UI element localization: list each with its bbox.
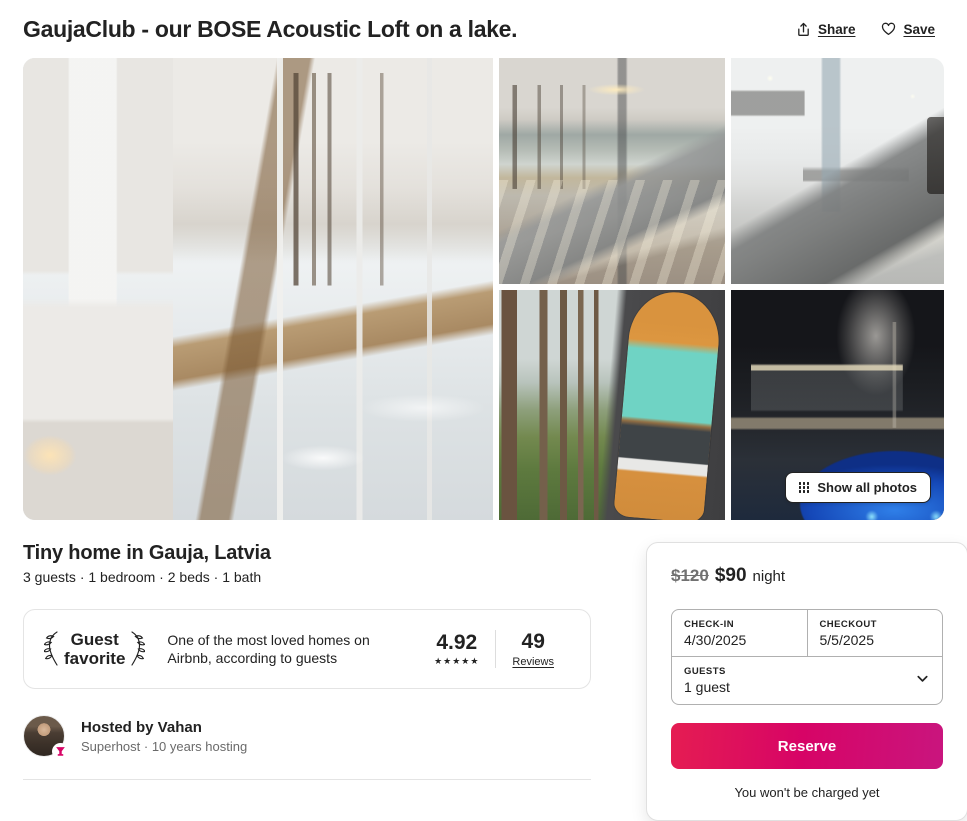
reserve-button[interactable]: Reserve bbox=[671, 723, 943, 769]
guests-selector[interactable]: GUESTS 1 guest bbox=[671, 657, 943, 705]
header-actions: Share Save bbox=[787, 15, 944, 44]
listing-title: Tiny home in Gauja, Latvia bbox=[23, 542, 271, 564]
page-header: GaujaClub - our BOSE Acoustic Loft on a … bbox=[0, 0, 967, 58]
host-info: Hosted by Vahan Superhost · 10 years hos… bbox=[81, 719, 247, 754]
laurel-right-icon bbox=[131, 631, 146, 666]
guest-favorite-card: Guest favorite One of the most loved hom… bbox=[23, 609, 591, 689]
checkin-label: CHECK-IN bbox=[684, 619, 735, 630]
save-button[interactable]: Save bbox=[872, 15, 944, 44]
grid-icon bbox=[798, 482, 810, 493]
checkin-field[interactable]: CHECK-IN 4/30/2025 bbox=[672, 610, 807, 656]
host-row[interactable]: Hosted by Vahan Superhost · 10 years hos… bbox=[23, 715, 591, 780]
listing-meta: 3 guests · 1 bedroom · 2 beds · 1 bath bbox=[23, 569, 262, 585]
content-area: Tiny home in Gauja, Latvia 3 guests · 1 … bbox=[0, 520, 967, 821]
share-label: Share bbox=[817, 21, 856, 37]
date-range-picker: CHECK-IN 4/30/2025 CHECKOUT 5/5/2025 bbox=[671, 609, 943, 657]
superhost-badge-icon bbox=[52, 743, 69, 760]
listing-details-column: Tiny home in Gauja, Latvia 3 guests · 1 … bbox=[23, 542, 591, 780]
gallery-photo-3[interactable] bbox=[731, 58, 944, 284]
checkout-label: CHECKOUT bbox=[819, 619, 877, 630]
rating-stars: ★★★★★ bbox=[434, 656, 480, 667]
host-details: Superhost · 10 years hosting bbox=[81, 738, 248, 754]
host-name: Hosted by Vahan bbox=[81, 718, 202, 736]
price-row: $120 $90 night bbox=[671, 565, 943, 587]
booking-card: $120 $90 night CHECK-IN 4/30/2025 CHECKO… bbox=[646, 542, 967, 821]
chevron-down-icon bbox=[915, 671, 930, 691]
laurel-left-icon bbox=[44, 631, 58, 666]
share-icon bbox=[796, 22, 811, 37]
page-title: GaujaClub - our BOSE Acoustic Loft on a … bbox=[23, 15, 518, 42]
share-button[interactable]: Share bbox=[787, 15, 865, 44]
checkin-value: 4/30/2025 bbox=[684, 632, 747, 648]
host-avatar-wrap bbox=[23, 715, 69, 760]
guest-favorite-label: Guest favorite bbox=[64, 629, 126, 668]
checkout-value: 5/5/2025 bbox=[819, 632, 875, 648]
booking-column: $120 $90 night CHECK-IN 4/30/2025 CHECKO… bbox=[591, 542, 967, 821]
gallery-photo-1[interactable] bbox=[23, 58, 493, 520]
guests-label: GUESTS bbox=[684, 666, 726, 677]
rating-value: 4.92 bbox=[436, 630, 478, 654]
gallery-photo-4[interactable] bbox=[499, 290, 725, 520]
show-all-photos-button[interactable]: Show all photos bbox=[784, 472, 931, 503]
save-label: Save bbox=[903, 21, 935, 37]
price-unit: night bbox=[752, 568, 786, 585]
heart-icon bbox=[881, 22, 896, 36]
rating-stat: 4.92 ★★★★★ bbox=[418, 631, 495, 667]
photo-gallery: Show all photos bbox=[23, 58, 944, 520]
price-current: $90 bbox=[714, 565, 747, 586]
price-original: $120 bbox=[671, 566, 709, 585]
guests-value: 1 guest bbox=[684, 679, 730, 695]
guest-favorite-badge: Guest favorite bbox=[44, 630, 159, 668]
guests-text: GUESTS 1 guest bbox=[684, 666, 730, 695]
guest-favorite-description: One of the most loved homes on Airbnb, a… bbox=[167, 631, 370, 666]
checkout-field[interactable]: CHECKOUT 5/5/2025 bbox=[806, 610, 943, 656]
gallery-photo-2[interactable] bbox=[499, 58, 725, 284]
reviews-label: Reviews bbox=[512, 656, 554, 669]
show-all-photos-label: Show all photos bbox=[817, 480, 917, 495]
charge-disclaimer: You won't be charged yet bbox=[734, 785, 880, 800]
reviews-stat[interactable]: 49 Reviews bbox=[495, 629, 570, 669]
reviews-count: 49 bbox=[521, 629, 545, 653]
